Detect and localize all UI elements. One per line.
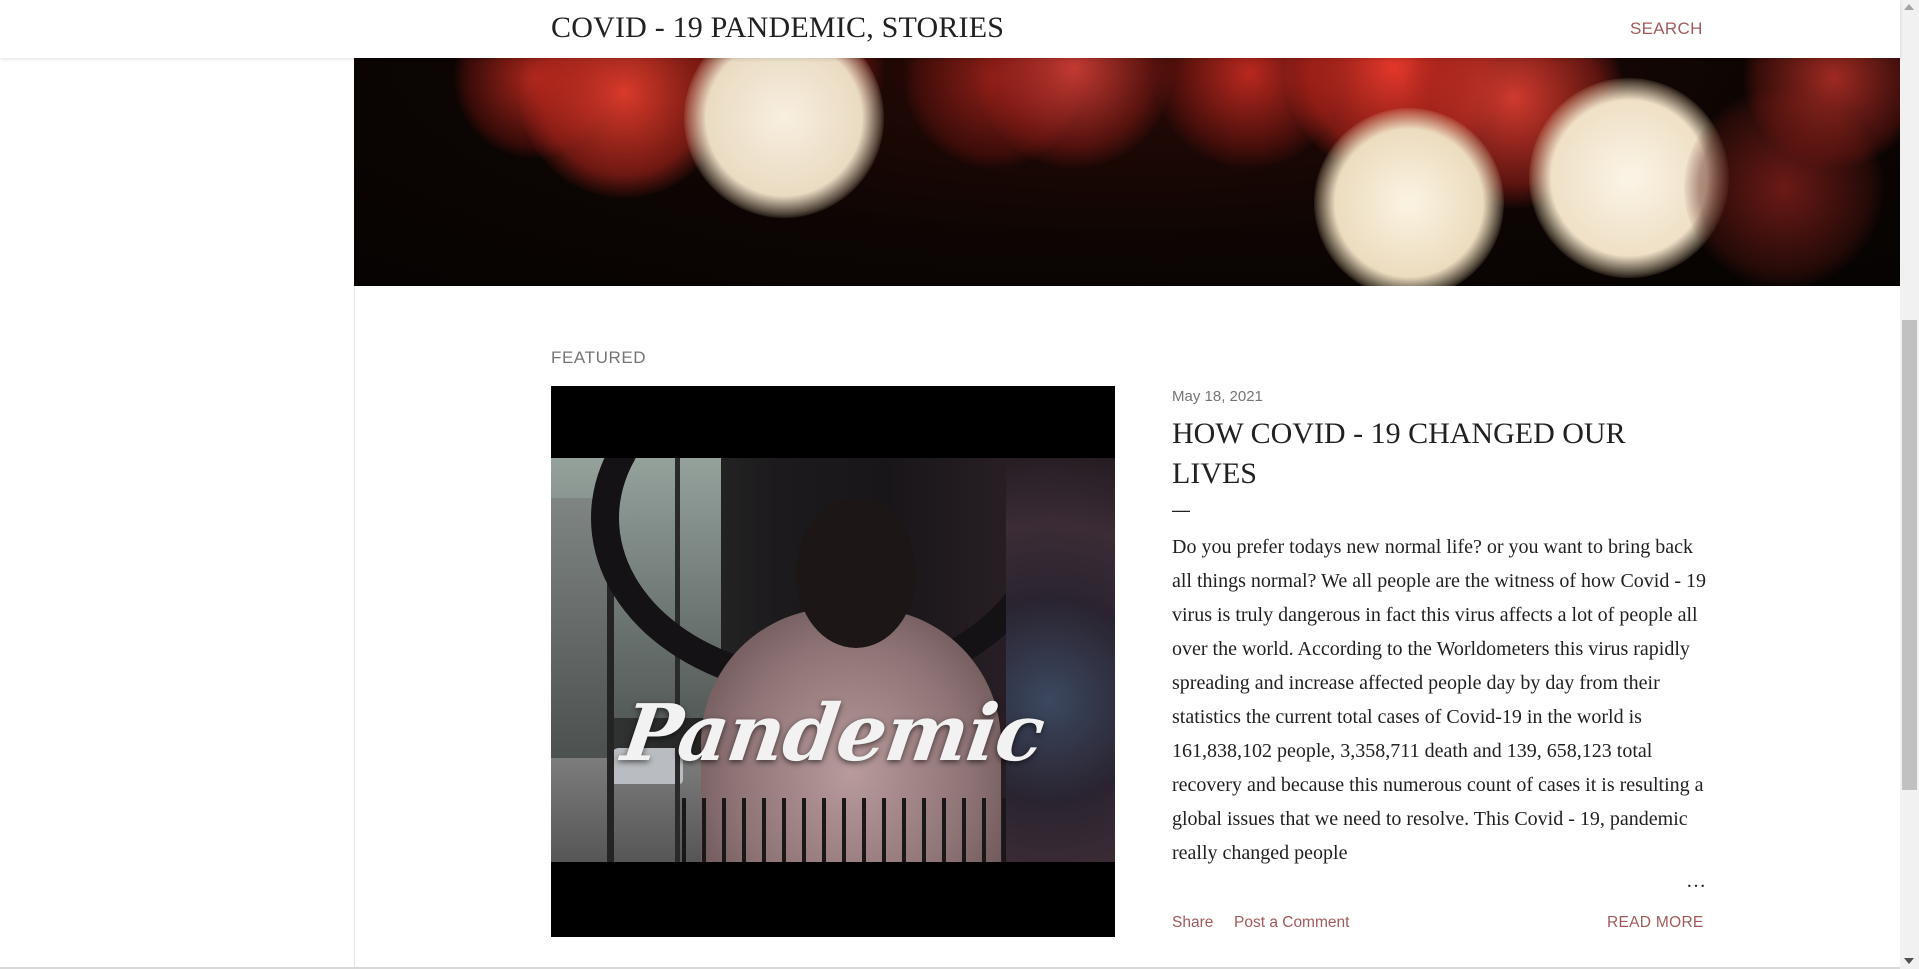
share-button[interactable]: Share xyxy=(1172,914,1213,932)
search-button[interactable]: SEARCH xyxy=(1630,19,1703,39)
bokeh-light xyxy=(684,58,884,218)
bokeh-light xyxy=(1314,108,1504,286)
snippet-ellipsis: … xyxy=(1686,870,1706,892)
scroll-down-arrow-icon[interactable] xyxy=(1904,958,1914,964)
left-gutter xyxy=(0,0,354,969)
image-scene: Pandemic xyxy=(551,458,1115,862)
scroll-up-arrow-icon[interactable] xyxy=(1904,4,1914,10)
post-date: May 18, 2021 xyxy=(1172,388,1263,405)
read-more-link[interactable]: READ MORE xyxy=(1607,914,1704,932)
top-header-bar: COVID - 19 PANDEMIC, STORIES SEARCH xyxy=(0,0,1900,58)
title-separator: — xyxy=(1172,500,1190,520)
post-snippet: Do you prefer todays new normal life? or… xyxy=(1172,536,1707,864)
image-wall-art xyxy=(1006,458,1115,862)
image-railing xyxy=(666,798,1006,862)
image-person-head xyxy=(796,498,916,648)
featured-section-label: FEATURED xyxy=(551,348,647,367)
post-comment-link[interactable]: Post a Comment xyxy=(1234,914,1349,932)
post-title[interactable]: HOW COVID - 19 CHANGED OUR LIVES xyxy=(1172,414,1712,494)
hero-banner-image xyxy=(354,58,1900,286)
featured-post-image[interactable]: Pandemic xyxy=(551,386,1115,937)
image-overlay-text: Pandemic xyxy=(616,688,1050,779)
site-title[interactable]: COVID - 19 PANDEMIC, STORIES xyxy=(551,11,1004,45)
snippet-fade xyxy=(1520,870,1670,904)
scrollbar-thumb[interactable] xyxy=(1902,320,1917,790)
